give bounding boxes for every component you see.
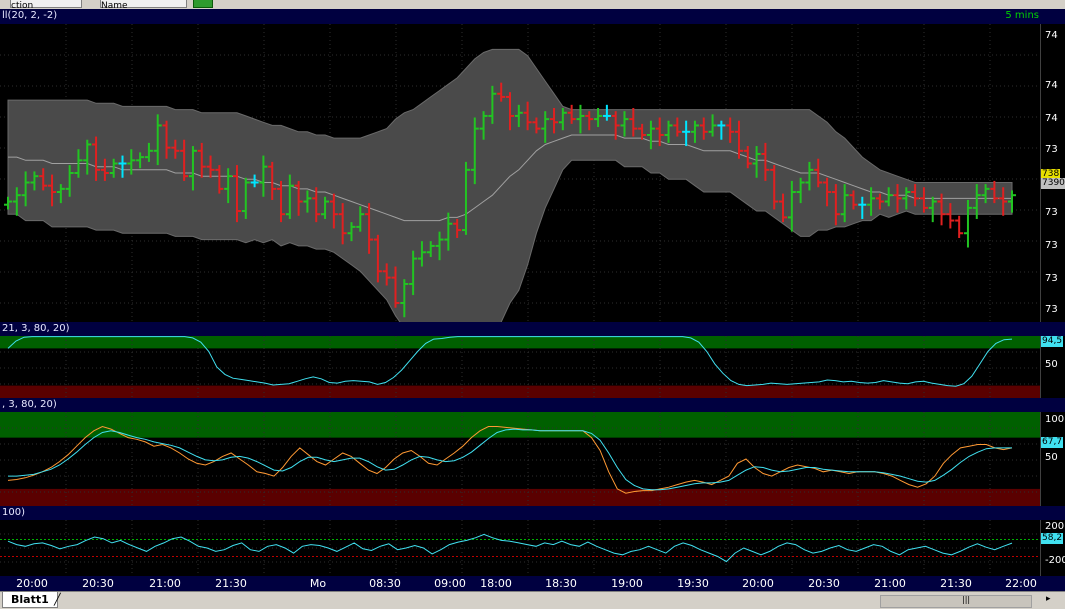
time-label: Mo [309,577,327,590]
cci-panel[interactable] [0,520,1040,576]
stoch1-axis-label: 50 [1045,359,1058,370]
scroll-right-icon[interactable]: ▸ [1046,594,1051,604]
stoch2-indicator-label: , 3, 80, 20) [2,399,57,410]
time-label: 08:30 [369,577,401,590]
stoch1-panel[interactable] [0,336,1040,398]
time-label: 20:00 [16,577,48,590]
price-axis-label: 73 [1045,240,1058,251]
cci-last-tag: 58,2 [1041,533,1064,544]
tab-scroll-icon[interactable]: ╱ [54,593,61,606]
cci-axis[interactable]: 200 58,2 -200 [1040,520,1065,576]
time-label: 09:00 [434,577,466,590]
sheet-tab-label: Blatt1 [11,593,49,606]
time-axis[interactable]: 20:00 20:30 21:00 21:30 Mo 08:30 09:00 1… [0,576,1065,591]
time-label: 21:30 [940,577,972,590]
stoch2-panel-header: , 3, 80, 20) [0,398,1065,412]
stoch1-overbought-zone [0,336,1040,349]
bollinger-band [7,48,1013,322]
time-label: 19:30 [677,577,709,590]
cci-indicator-label: 100) [2,507,25,518]
price-axis-label: 73 [1045,144,1058,155]
cci-line [7,533,1013,563]
time-label: 18:30 [545,577,577,590]
price-chart [0,24,1040,322]
scrollbar-grip-icon: ||| [962,595,971,604]
sheet-tab-bar: Blatt1 ╱ ||| ▸ [0,591,1065,609]
stoch1-last-tag: 94,5 [1041,336,1064,347]
stoch1-chart [0,336,1040,398]
time-label: 22:00 [1005,577,1037,590]
time-label: 20:30 [808,577,840,590]
sheet-tab-blatt1[interactable]: Blatt1 [2,592,58,608]
time-label: 20:00 [742,577,774,590]
cci-axis-label: 200 [1045,521,1065,532]
stoch1-oversold-zone [0,385,1040,398]
price-axis-label: 74 [1045,80,1058,91]
time-label: 21:00 [149,577,181,590]
price-last-tag-2: 7390 [1041,178,1065,189]
cci-chart [0,520,1040,576]
stoch1-axis[interactable]: 94,5 50 [1040,336,1065,398]
price-axis-label: 73 [1045,304,1058,315]
toolbar-field-name-label: Name [101,1,128,9]
toolbar-field-action[interactable]: ction [10,0,82,9]
stoch2-axis-label: 100 [1045,414,1065,425]
toolbar-field-name[interactable]: Name [100,0,187,9]
stoch1-indicator-label: 21, 3, 80, 20) [2,323,70,334]
stoch1-panel-header: 21, 3, 80, 20) [0,322,1065,336]
time-label: 21:30 [215,577,247,590]
price-indicator-label: ll(20, 2, -2) [2,10,58,21]
stoch2-axis[interactable]: 100 67,7 50 [1040,412,1065,506]
time-label: 21:00 [874,577,906,590]
stoch2-panel[interactable] [0,412,1040,506]
toolbar-strip: ction Name [0,0,1065,9]
price-axis-label: 74 [1045,113,1058,124]
stoch2-last-tag: 67,7 [1041,437,1064,448]
stoch2-axis-label: 50 [1045,452,1058,463]
price-axis[interactable]: 74 74 74 73 73 73 73 73 738 7390 [1040,24,1065,322]
stoch2-line [8,428,1012,491]
price-axis-label: 74 [1045,30,1058,41]
time-label: 19:00 [611,577,643,590]
timeframe-label: 5 mins [1005,10,1039,21]
price-panel-header: ll(20, 2, -2) 5 mins [0,9,1065,24]
cci-panel-header: 100) [0,506,1065,520]
price-axis-label: 73 [1045,207,1058,218]
horizontal-scrollbar[interactable] [880,595,1032,608]
price-panel[interactable] [0,24,1040,322]
toolbar-go-button[interactable] [193,0,213,8]
time-label: 20:30 [82,577,114,590]
time-label: 18:00 [480,577,512,590]
stoch2-oversold-zone [0,488,1040,506]
toolbar-field-action-label: ction [11,1,34,9]
stoch2-chart [0,412,1040,506]
price-axis-label: 73 [1045,273,1058,284]
stoch2-overbought-zone [0,412,1040,438]
cci-axis-label: -200 [1045,555,1065,566]
